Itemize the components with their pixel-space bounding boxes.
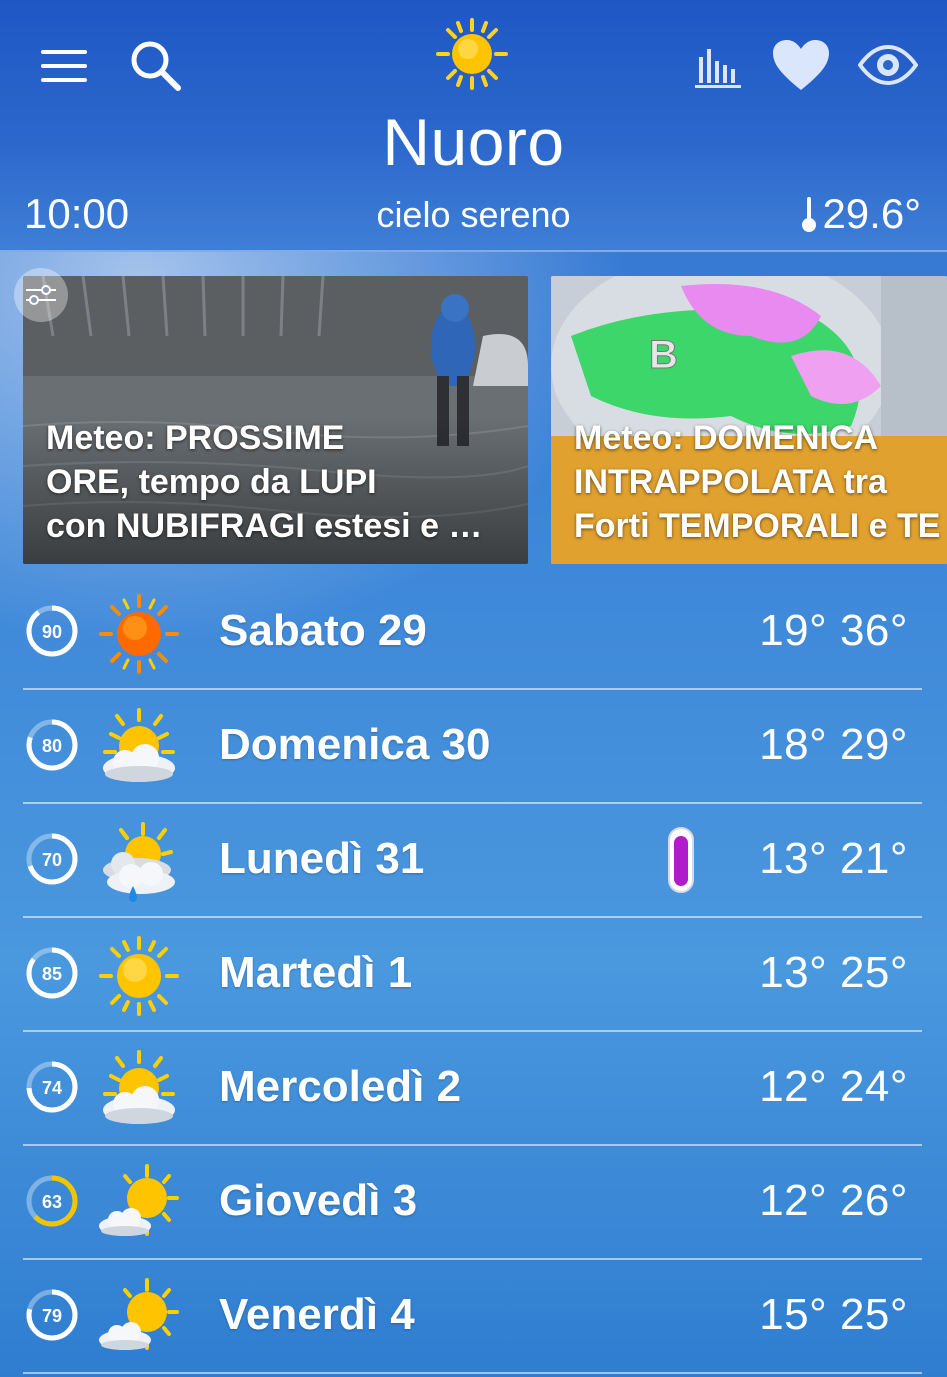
- sun-icon: [436, 18, 508, 90]
- sun-small-cloud-icon: [99, 1164, 179, 1236]
- score-ring: 79: [26, 1289, 78, 1341]
- day-label: Venerdì 4: [219, 1290, 415, 1339]
- svg-text:79: 79: [42, 1306, 62, 1326]
- chart-icon[interactable]: [692, 40, 744, 92]
- forecast-row[interactable]: 79 Venerdì 4 15° 25°: [23, 1260, 922, 1374]
- current-temperature-value: 29.6°: [822, 190, 921, 237]
- app-header: Nuoro 10:00 cielo sereno 29.6°: [0, 0, 947, 252]
- eye-icon[interactable]: [856, 40, 920, 90]
- forecast-row[interactable]: 80 Domenica 30 18° 29°: [23, 690, 922, 804]
- news-card[interactable]: B Meteo: DOMENICA INTRAPPOLATA tra Forti…: [551, 276, 947, 564]
- forecast-row[interactable]: 63 Giovedì 3 12° 26°: [23, 1146, 922, 1260]
- svg-text:90: 90: [42, 622, 62, 642]
- svg-text:80: 80: [42, 736, 62, 756]
- min-max-temperature: 13° 25°: [759, 948, 908, 997]
- sun-cloud-icon: [103, 708, 175, 782]
- news-title: Meteo: DOMENICA INTRAPPOLATA tra Forti T…: [574, 419, 941, 545]
- min-max-temperature: 18° 29°: [759, 720, 908, 769]
- news-title: Meteo: PROSSIME ORE, tempo da LUPI con N…: [46, 419, 483, 545]
- current-temperature: 29.6°: [800, 190, 921, 238]
- min-max-temperature: 19° 36°: [759, 606, 908, 655]
- sun-icon: [99, 936, 179, 1016]
- forecast-list: 90 Sabato 29 19° 36° 80 Domenica 30 18° …: [23, 576, 922, 1374]
- svg-text:B: B: [649, 333, 678, 377]
- forecast-row[interactable]: 85 Martedì 1 13° 25°: [23, 918, 922, 1032]
- menu-icon[interactable]: [36, 38, 92, 94]
- min-max-temperature: 12° 26°: [759, 1176, 908, 1225]
- sun-cloud-rain-icon: [103, 822, 175, 902]
- day-label: Giovedì 3: [219, 1176, 418, 1225]
- min-max-temperature: 15° 25°: [759, 1290, 908, 1339]
- filter-settings-icon[interactable]: [14, 268, 68, 322]
- forecast-row[interactable]: 70 Lunedì 31 13° 21°: [23, 804, 922, 918]
- sun-hot-icon: [99, 594, 179, 674]
- city-name: Nuoro: [382, 105, 565, 179]
- day-label: Sabato 29: [219, 606, 427, 655]
- svg-text:85: 85: [42, 964, 62, 984]
- score-ring: 85: [26, 947, 78, 999]
- news-card[interactable]: Meteo: PROSSIME ORE, tempo da LUPI con N…: [23, 276, 528, 564]
- svg-text:70: 70: [42, 850, 62, 870]
- day-label: Lunedì 31: [219, 834, 425, 883]
- sun-cloud-icon: [103, 1050, 175, 1124]
- search-icon[interactable]: [126, 36, 186, 96]
- svg-text:63: 63: [42, 1192, 62, 1212]
- svg-text:74: 74: [42, 1078, 62, 1098]
- thermometer-icon: [802, 197, 817, 232]
- forecast-row[interactable]: 90 Sabato 29 19° 36°: [23, 576, 922, 690]
- thermometer-purple-icon[interactable]: [667, 826, 695, 894]
- score-ring: 70: [26, 833, 78, 885]
- sun-small-cloud-icon: [99, 1278, 179, 1350]
- heart-icon[interactable]: [770, 36, 832, 94]
- score-ring: 80: [26, 719, 78, 771]
- score-ring: 90: [26, 605, 78, 657]
- day-label: Mercoledì 2: [219, 1062, 462, 1111]
- score-ring: 63: [26, 1175, 78, 1227]
- day-label: Domenica 30: [219, 720, 491, 769]
- min-max-temperature: 12° 24°: [759, 1062, 908, 1111]
- forecast-row[interactable]: 74 Mercoledì 2 12° 24°: [23, 1032, 922, 1146]
- min-max-temperature: 13° 21°: [759, 834, 908, 883]
- day-label: Martedì 1: [219, 948, 413, 997]
- score-ring: 74: [26, 1061, 78, 1113]
